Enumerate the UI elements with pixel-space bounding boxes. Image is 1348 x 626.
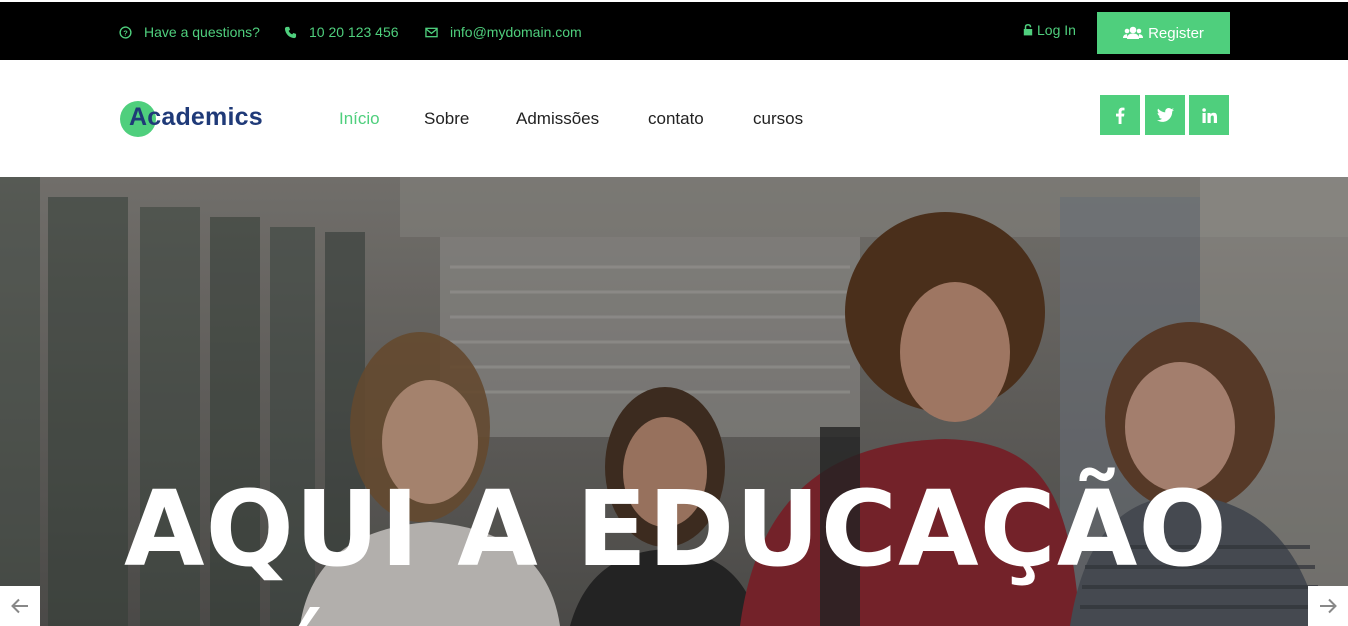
email-text: info@mydomain.com <box>450 24 582 40</box>
svg-text:?: ? <box>123 28 128 37</box>
top-bar: ? Have a questions? 10 20 123 456 info@m… <box>0 0 1348 60</box>
phone-info[interactable]: 10 20 123 456 <box>284 24 399 40</box>
logo-text: Academics <box>129 103 263 131</box>
nav-item-cursos[interactable]: cursos <box>753 109 803 129</box>
lock-icon <box>1023 24 1033 36</box>
register-label: Register <box>1148 24 1204 42</box>
users-icon <box>1123 26 1144 39</box>
login-link[interactable]: Log In <box>1023 22 1076 38</box>
question-text: Have a questions? <box>144 24 260 40</box>
linkedin-button[interactable] <box>1189 95 1229 135</box>
slider-prev-button[interactable] <box>0 586 40 626</box>
main-header: Academics Início Sobre Admissões contato… <box>0 60 1348 177</box>
phone-icon <box>284 26 297 38</box>
twitter-icon <box>1156 108 1174 122</box>
email-info[interactable]: info@mydomain.com <box>425 24 582 40</box>
site-logo[interactable]: Academics <box>120 101 280 137</box>
nav-item-contato[interactable]: contato <box>648 109 704 129</box>
question-info[interactable]: ? Have a questions? <box>119 24 260 40</box>
headline-accent-mark <box>298 607 320 626</box>
nav-item-admissoes[interactable]: Admissões <box>516 109 599 129</box>
hero-slider: AQUI A EDUCAÇÃO <box>0 177 1348 626</box>
arrow-right-icon <box>1320 598 1337 614</box>
nav-item-sobre[interactable]: Sobre <box>424 109 469 129</box>
slider-next-button[interactable] <box>1308 586 1348 626</box>
twitter-button[interactable] <box>1145 95 1185 135</box>
facebook-button[interactable] <box>1100 95 1140 135</box>
hero-headline: AQUI A EDUCAÇÃO <box>124 468 1228 590</box>
phone-text: 10 20 123 456 <box>309 24 399 40</box>
question-circle-icon: ? <box>119 25 132 39</box>
envelope-icon <box>425 27 438 37</box>
login-label: Log In <box>1037 22 1076 38</box>
facebook-icon <box>1116 107 1125 124</box>
register-button[interactable]: Register <box>1097 12 1230 54</box>
arrow-left-icon <box>11 598 28 614</box>
nav-item-inicio[interactable]: Início <box>339 109 380 129</box>
linkedin-icon <box>1201 107 1217 123</box>
